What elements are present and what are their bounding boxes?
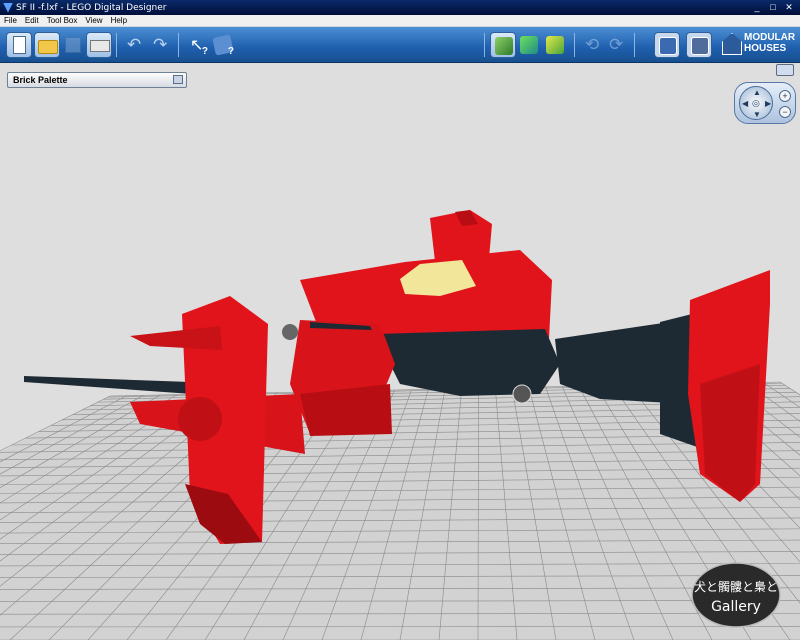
camera-orbit-pad[interactable]: ▲ ▼ ◀ ▶ ◎: [739, 86, 773, 120]
left-blade: [24, 376, 192, 394]
export-icon: [691, 37, 709, 55]
rotate-left-icon: ⟲: [585, 35, 600, 54]
rotate-right-button[interactable]: ⟳: [604, 32, 630, 58]
building-guide-button[interactable]: [542, 32, 568, 58]
theme-label-line1: MODULAR: [744, 32, 796, 43]
brick-palette-header[interactable]: Brick Palette: [7, 72, 187, 88]
menu-bar: File Edit Tool Box View Help: [0, 15, 800, 27]
left-engine: [178, 397, 222, 441]
save-icon: [65, 37, 81, 53]
undo-button[interactable]: ↶: [122, 32, 148, 58]
menu-edit[interactable]: Edit: [25, 16, 39, 25]
question-mark-icon: ?: [227, 46, 234, 57]
window-title: SF II -f.lxf - LEGO Digital Designer: [16, 2, 167, 13]
print-button[interactable]: [86, 32, 112, 58]
main-toolbar: ↶ ↷ ↖ ? ? ⟲ ⟳ MODULAR HOUSES: [0, 27, 800, 63]
save-file-button[interactable]: [60, 32, 86, 58]
nav-pin-button[interactable]: [776, 64, 794, 76]
watermark-line1: 犬と髑髏と梟と: [694, 580, 778, 594]
reset-view-icon[interactable]: ◎: [752, 98, 760, 109]
menu-file[interactable]: File: [4, 16, 17, 25]
orbit-down-icon[interactable]: ▼: [753, 110, 761, 119]
app-icon: [3, 2, 13, 13]
rotate-left-button[interactable]: ⟲: [580, 32, 606, 58]
window-title-bar: SF II -f.lxf - LEGO Digital Designer _ □…: [0, 0, 800, 15]
build-mode-button[interactable]: [490, 32, 516, 58]
redo-icon: ↷: [153, 35, 168, 54]
orbit-up-icon[interactable]: ▲: [753, 88, 761, 97]
open-file-button[interactable]: [34, 32, 60, 58]
rotate-right-icon: ⟳: [609, 35, 624, 54]
house-icon: [722, 33, 742, 55]
watermark-line2: Gallery: [711, 599, 761, 615]
palette-pin-icon[interactable]: [173, 75, 183, 84]
export-button[interactable]: [686, 32, 712, 58]
lower-hull: [375, 329, 560, 396]
close-button[interactable]: ✕: [782, 2, 796, 13]
view-mode-icon: [520, 36, 538, 54]
camera-navigation-control[interactable]: ▲ ▼ ◀ ▶ ◎ + −: [734, 82, 796, 124]
orbit-left-icon[interactable]: ◀: [742, 99, 748, 108]
build-mode-icon: [495, 37, 513, 55]
3d-viewport[interactable]: Brick Palette ▲ ▼ ◀ ▶ ◎ + − 犬と髑髏と梟と Gall…: [0, 64, 800, 640]
landing-wheel: [512, 384, 532, 404]
theme-label-line2: HOUSES: [744, 43, 787, 54]
orbit-right-icon[interactable]: ▶: [765, 99, 771, 108]
zoom-in-button[interactable]: +: [779, 90, 791, 102]
building-guide-icon: [546, 36, 564, 54]
help-select-button[interactable]: ↖ ?: [184, 32, 210, 58]
menu-help[interactable]: Help: [111, 16, 127, 25]
brick-palette-label: Brick Palette: [13, 75, 68, 85]
undo-icon: ↶: [127, 35, 142, 54]
menu-view[interactable]: View: [85, 16, 102, 25]
left-spike: [130, 326, 222, 350]
new-file-button[interactable]: [6, 32, 32, 58]
printer-icon: [90, 40, 110, 52]
model-scene: [0, 210, 800, 640]
screenshot-button[interactable]: [654, 32, 680, 58]
redo-button[interactable]: ↷: [148, 32, 174, 58]
menu-toolbox[interactable]: Tool Box: [47, 16, 78, 25]
new-document-icon: [13, 36, 26, 54]
zoom-out-button[interactable]: −: [779, 106, 791, 118]
view-mode-button[interactable]: [516, 32, 542, 58]
gallery-watermark: 犬と髑髏と梟と Gallery: [690, 561, 782, 629]
question-mark-icon: ?: [201, 46, 208, 57]
maximize-button[interactable]: □: [766, 2, 780, 13]
camera-icon: [659, 37, 677, 55]
theme-modular-houses[interactable]: MODULAR HOUSES: [718, 27, 800, 63]
cannon-icon: [282, 324, 298, 340]
folder-icon: [38, 40, 58, 54]
help-book-button[interactable]: ?: [210, 32, 236, 58]
minimize-button[interactable]: _: [750, 2, 764, 13]
